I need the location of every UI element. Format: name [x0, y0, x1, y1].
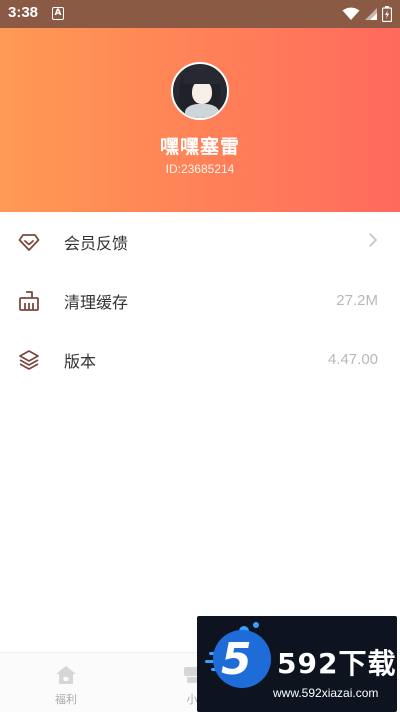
- settings-menu: 会员反馈 清理缓存 27.2M 版本 4.47.00: [0, 212, 400, 389]
- tab-label: 福利: [55, 693, 77, 706]
- username: 嘿嘿塞雷: [159, 136, 240, 158]
- wifi-icon: [342, 7, 360, 20]
- menu-item-label: 清理缓存: [64, 292, 129, 312]
- status-bar: 3:38 A: [0, 0, 400, 28]
- menu-item-clear-cache[interactable]: 清理缓存 27.2M: [0, 271, 400, 330]
- home-icon: [56, 666, 76, 684]
- profile-header: 3:38 A 嘿嘿塞雷 ID:23685214: [0, 0, 400, 212]
- tab-welfare[interactable]: 福利: [36, 665, 96, 707]
- menu-item-label: 会员反馈: [64, 233, 129, 253]
- watermark-logo: 5 592下载 www.592xiazai.com: [197, 616, 397, 712]
- status-indicators: [342, 6, 392, 22]
- status-time: 3:38: [8, 4, 39, 21]
- watermark-url: www.592xiazai.com: [273, 686, 379, 700]
- chevron-right-icon: [368, 232, 378, 252]
- version-value: 4.47.00: [327, 351, 378, 368]
- menu-item-feedback[interactable]: 会员反馈: [0, 212, 400, 271]
- battery-icon: [382, 6, 392, 22]
- menu-item-label: 版本: [64, 351, 97, 371]
- broom-icon: [18, 290, 40, 312]
- watermark-digit: 5: [221, 634, 252, 685]
- user-id: ID:23685214: [165, 162, 235, 176]
- watermark-brand: 592下载: [277, 647, 397, 680]
- cache-size-value: 27.2M: [336, 292, 378, 309]
- signal-icon: [365, 8, 377, 20]
- layers-icon: [18, 349, 40, 371]
- menu-item-version[interactable]: 版本 4.47.00: [0, 330, 400, 389]
- notification-icon: A: [52, 7, 64, 20]
- avatar[interactable]: [171, 62, 229, 120]
- diamond-icon: [18, 231, 40, 253]
